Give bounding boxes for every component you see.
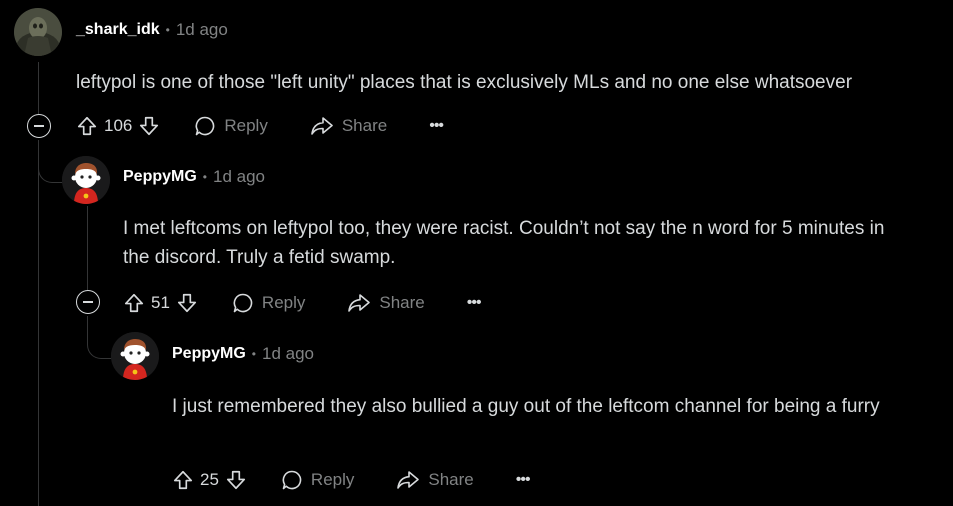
vote-count: 25	[200, 470, 219, 489]
collapse-button[interactable]	[27, 114, 51, 138]
vote-count: 106	[104, 116, 133, 135]
share-label: Share	[341, 116, 388, 135]
avatar[interactable]	[111, 332, 159, 380]
reply-label: Reply	[224, 116, 268, 135]
speech-bubble-icon	[281, 469, 303, 491]
username-link[interactable]: PeppyMG	[123, 168, 197, 186]
username-link[interactable]: _shark_idk	[76, 21, 160, 39]
downvote-button[interactable]	[138, 115, 160, 137]
comment-body: I just remembered they also bullied a gu…	[172, 396, 880, 417]
comment-actions: 25 Reply Share •••	[172, 467, 531, 493]
arrow-down-icon	[138, 115, 160, 137]
comment-header: _shark_idk • 1d ago	[76, 20, 228, 40]
reply-label: Reply	[261, 293, 306, 312]
more-options-button[interactable]: •••	[429, 117, 444, 135]
arrow-down-icon	[176, 292, 198, 314]
comment-thread: _shark_idk • 1d ago leftypol is one of t…	[0, 0, 953, 506]
arrow-up-icon	[123, 292, 145, 314]
separator-dot: •	[165, 23, 170, 37]
user-avatar-icon	[111, 332, 159, 380]
thread-line-root-lower[interactable]	[38, 140, 39, 506]
thread-branch-reply-1	[38, 140, 63, 183]
share-label: Share	[379, 293, 425, 312]
avatar[interactable]	[62, 156, 110, 204]
speech-bubble-icon	[194, 115, 216, 137]
comment-body: I met leftcoms on leftypol too, they wer…	[123, 218, 885, 268]
reply-button[interactable]: Reply	[194, 115, 268, 137]
separator-dot: •	[202, 170, 207, 184]
reply-button[interactable]: Reply	[232, 292, 305, 314]
avatar[interactable]	[14, 8, 62, 56]
username-link[interactable]: PeppyMG	[172, 345, 246, 363]
share-button[interactable]: Share	[310, 115, 387, 137]
thread-line-reply-1[interactable]	[87, 206, 88, 290]
arrow-up-icon	[172, 469, 194, 491]
reply-label: Reply	[310, 470, 355, 489]
share-arrow-icon	[347, 292, 371, 314]
thread-line-root[interactable]	[38, 62, 39, 114]
comment-actions: 51 Reply Share •••	[123, 290, 482, 316]
timestamp[interactable]: 1d ago	[176, 20, 228, 40]
comment-header: PeppyMG • 1d ago	[172, 344, 314, 364]
collapse-button[interactable]	[76, 290, 100, 314]
comment-body: leftypol is one of those "left unity" pl…	[76, 72, 853, 93]
share-button[interactable]: Share	[347, 292, 425, 314]
upvote-button[interactable]	[123, 292, 145, 314]
timestamp[interactable]: 1d ago	[262, 344, 314, 364]
share-label: Share	[428, 470, 474, 489]
comment-actions: 106 Reply Share •••	[76, 113, 444, 139]
downvote-button[interactable]	[225, 469, 247, 491]
more-options-button[interactable]: •••	[467, 294, 482, 312]
minus-icon	[83, 301, 93, 303]
upvote-button[interactable]	[76, 115, 98, 137]
timestamp[interactable]: 1d ago	[213, 167, 265, 187]
minus-icon	[34, 125, 44, 127]
arrow-up-icon	[76, 115, 98, 137]
user-avatar-icon	[14, 8, 62, 56]
user-avatar-icon	[62, 156, 110, 204]
share-arrow-icon	[396, 469, 420, 491]
more-options-button[interactable]: •••	[516, 471, 531, 489]
downvote-button[interactable]	[176, 292, 198, 314]
speech-bubble-icon	[232, 292, 254, 314]
thread-branch-reply-2	[87, 316, 112, 359]
separator-dot: •	[251, 347, 256, 361]
comment-header: PeppyMG • 1d ago	[123, 167, 265, 187]
reply-button[interactable]: Reply	[281, 469, 354, 491]
arrow-down-icon	[225, 469, 247, 491]
share-button[interactable]: Share	[396, 469, 474, 491]
share-arrow-icon	[310, 115, 334, 137]
upvote-button[interactable]	[172, 469, 194, 491]
vote-count: 51	[151, 293, 170, 312]
